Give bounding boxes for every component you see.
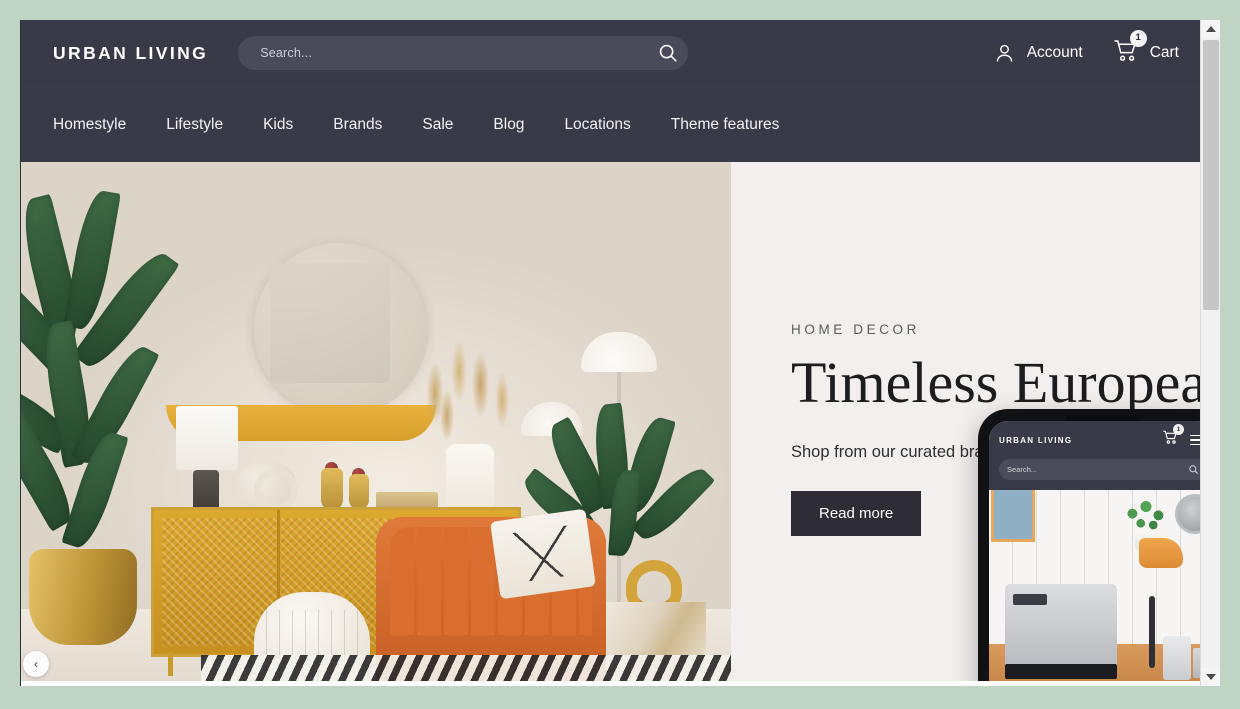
main-navigation: Homestyle Lifestyle Kids Brands Sale Blo… <box>21 86 1201 162</box>
phone-site-logo[interactable]: URBAN LIVING <box>999 436 1072 445</box>
cart-label: Cart <box>1149 44 1179 61</box>
chevron-up-icon <box>1206 26 1216 32</box>
vertical-scrollbar[interactable] <box>1200 20 1220 686</box>
search-bar[interactable] <box>238 36 689 70</box>
photo-gold-planter <box>29 549 137 645</box>
scroll-down-button[interactable] <box>1201 668 1220 686</box>
photo-pampas-grass <box>411 322 531 452</box>
nav-item-lifestyle[interactable]: Lifestyle <box>166 116 223 134</box>
phone-cart-count-badge: 1 <box>1173 424 1184 435</box>
phone-photo-glass-jar <box>1163 636 1191 680</box>
nav-item-theme-features[interactable]: Theme features <box>671 116 780 134</box>
phone-kitchen-photo <box>989 490 1201 681</box>
phone-screen: URBAN LIVING 1 Search... <box>989 421 1201 681</box>
account-label: Account <box>1026 44 1083 61</box>
chevron-down-icon <box>1206 674 1216 680</box>
phone-mockup: URBAN LIVING 1 Search... <box>978 409 1201 681</box>
nav-item-brands[interactable]: Brands <box>333 116 382 134</box>
nav-item-kids[interactable]: Kids <box>263 116 293 134</box>
photo-gold-vase-a <box>321 468 343 510</box>
photo-patterned-cushion <box>490 508 596 600</box>
search-icon <box>659 44 678 62</box>
phone-cart-icon-wrapper[interactable]: 1 <box>1162 424 1184 450</box>
scrollbar-thumb[interactable] <box>1203 40 1219 310</box>
hero-interior-photo <box>21 162 731 681</box>
hero-title: Timeless European Design <box>791 350 1201 415</box>
site-logo[interactable]: URBAN LIVING <box>53 43 208 64</box>
photo-sideboard-leg-left <box>168 652 173 676</box>
site-header: URBAN LIVING Account <box>21 20 1201 86</box>
nav-item-blog[interactable]: Blog <box>493 116 524 134</box>
phone-header-icons: 1 <box>1162 424 1201 450</box>
photo-striped-rug <box>201 655 731 681</box>
photo-round-mirror <box>251 240 429 418</box>
photo-gold-vase-b <box>349 474 369 510</box>
cart-count-badge: 1 <box>1129 29 1147 47</box>
cart-link[interactable]: 1 Cart <box>1113 29 1179 68</box>
search-icon <box>1189 465 1198 474</box>
phone-search-bar[interactable]: Search... <box>999 459 1201 480</box>
photo-mirror-reflection <box>270 263 390 383</box>
hero-prev-arrow-button[interactable]: ‹ <box>23 651 49 677</box>
phone-photo-kettle <box>1139 538 1183 568</box>
search-submit-button[interactable] <box>654 39 682 67</box>
phone-site-header: URBAN LIVING 1 Search... <box>989 421 1201 490</box>
phone-photo-faucet <box>1149 596 1155 668</box>
nav-item-locations[interactable]: Locations <box>564 116 630 134</box>
photo-knot-sculpture <box>236 462 298 512</box>
cart-icon-wrapper: 1 <box>1113 29 1147 68</box>
hero-eyebrow: HOME DECOR <box>791 322 921 337</box>
phone-search-placeholder: Search... <box>1007 465 1038 474</box>
phone-photo-espresso-machine <box>1005 584 1117 679</box>
hero-read-more-button[interactable]: Read more <box>791 491 922 537</box>
hero-slide: HOME DECOR Timeless European Design Shop… <box>21 162 1201 681</box>
phone-photo-window <box>991 490 1035 542</box>
nav-item-homestyle[interactable]: Homestyle <box>53 116 126 134</box>
search-input[interactable] <box>260 46 655 60</box>
header-actions: Account 1 Cart <box>993 29 1179 68</box>
nav-item-sale[interactable]: Sale <box>422 116 453 134</box>
account-link[interactable]: Account <box>993 42 1083 65</box>
scroll-up-button[interactable] <box>1201 20 1220 38</box>
browser-viewport: URBAN LIVING Account <box>20 20 1220 686</box>
phone-header-row: URBAN LIVING 1 <box>999 424 1201 450</box>
user-icon <box>996 44 1012 62</box>
